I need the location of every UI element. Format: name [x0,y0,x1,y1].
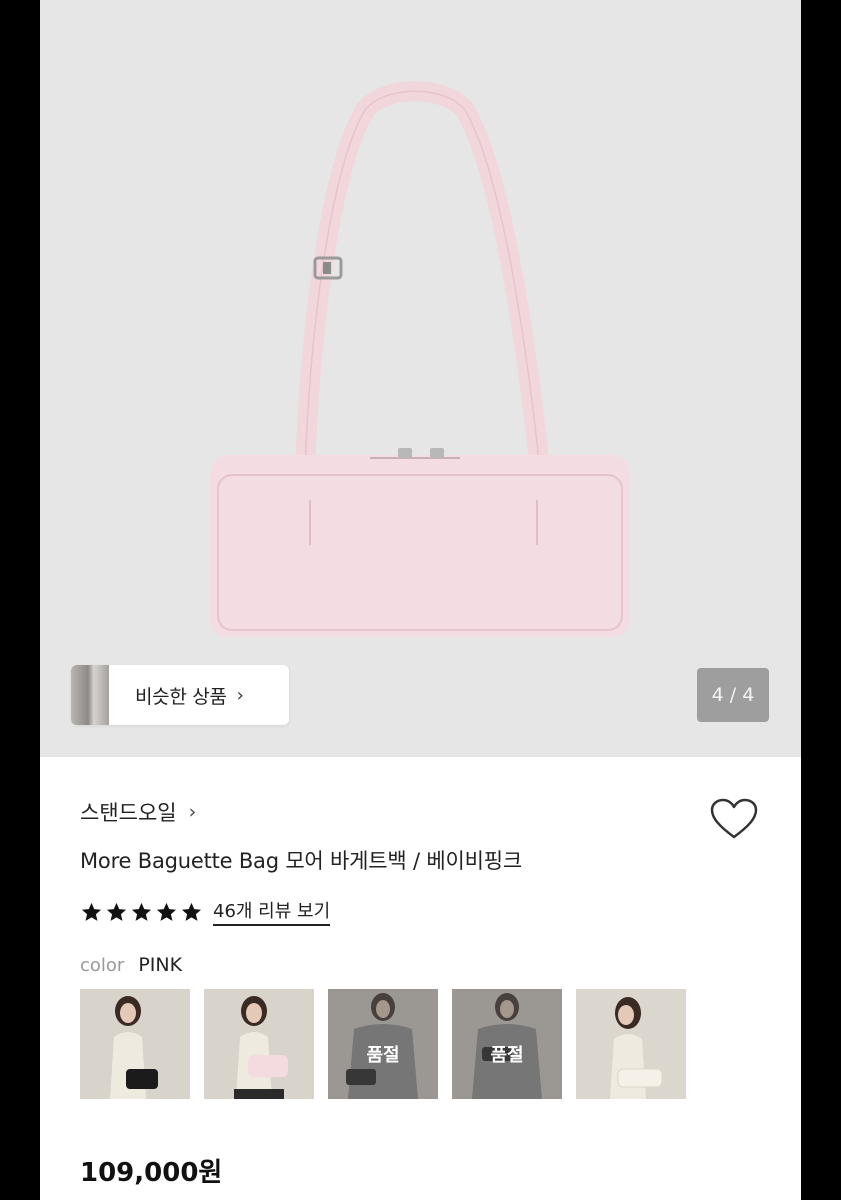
product-price: 109,000원 [80,1158,223,1188]
rating-row: 46개 리뷰 보기 [80,897,331,926]
star-icon [131,902,152,921]
brand-name: 스탠드오일 [80,801,177,825]
product-image-carousel[interactable]: 비슷한 상품 › 4 / 4 [40,0,801,757]
swatch-photo [204,989,314,1099]
color-swatch-soldout[interactable]: 품절 [452,989,562,1099]
soldout-badge: 품절 [328,989,438,1099]
star-icon [81,902,102,921]
star-icon [156,902,177,921]
color-value: PINK [138,954,183,976]
color-row: color PINK [80,954,182,976]
star-icon [181,902,202,921]
similar-product-thumbnail [71,665,109,725]
similar-products-button[interactable]: 비슷한 상품 › [71,665,289,725]
color-label: color [80,955,125,976]
brand-link[interactable]: 스탠드오일 › [80,797,196,827]
heart-outline-icon[interactable] [709,797,759,841]
image-page-counter: 4 / 4 [697,668,769,722]
chevron-right-icon: › [188,801,197,823]
similar-products-label: 비슷한 상품 [135,685,227,708]
swatch-photo [576,989,686,1099]
star-icon [106,902,127,921]
color-swatch-selected[interactable] [204,989,314,1099]
product-image [210,81,630,637]
swatch-photo [80,989,190,1099]
product-title: More Baguette Bag 모어 바게트백 / 베이비핑크 [80,849,522,873]
color-swatches: 품절 품절 [80,989,686,1099]
rating-stars [80,901,203,923]
chevron-right-icon: › [236,684,244,706]
review-link[interactable]: 46개 리뷰 보기 [213,897,331,926]
color-swatch[interactable] [576,989,686,1099]
color-swatch[interactable] [80,989,190,1099]
product-detail-screen: 비슷한 상품 › 4 / 4 스탠드오일 › More Baguette Bag… [40,0,801,1200]
color-swatch-soldout[interactable]: 품절 [328,989,438,1099]
soldout-badge: 품절 [452,989,562,1099]
